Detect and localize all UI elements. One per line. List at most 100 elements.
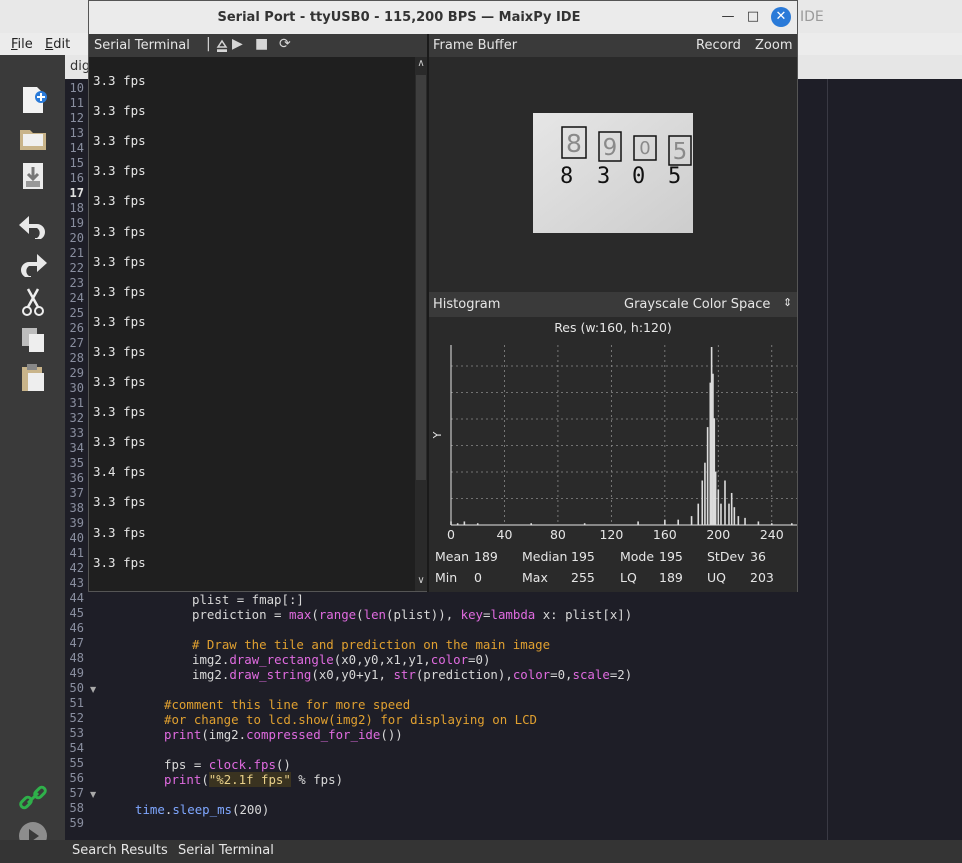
- redo-icon[interactable]: [16, 248, 50, 280]
- minimize-icon[interactable]: —: [719, 8, 737, 26]
- tab-search-results[interactable]: Search Results: [72, 843, 168, 858]
- code-line: # Draw the tile and prediction on the ma…: [192, 637, 551, 652]
- x-tick-label: 240: [760, 527, 784, 542]
- terminal-line: 3.3 fps: [93, 193, 146, 209]
- line-number: 27: [69, 336, 84, 350]
- line-number: 49: [69, 666, 84, 680]
- clear-terminal-icon[interactable]: [214, 38, 230, 58]
- terminal-line: 3.3 fps: [93, 103, 146, 119]
- fold-marker-icon[interactable]: ▼: [90, 790, 96, 799]
- line-number: 40: [69, 531, 84, 545]
- stat-min-value: 0: [474, 570, 482, 585]
- undo-icon[interactable]: [16, 210, 50, 242]
- terminal-line: 3.3 fps: [93, 253, 146, 269]
- line-number: 16: [69, 171, 84, 185]
- line-number: 42: [69, 561, 84, 575]
- stat-stdev-value: 36: [750, 549, 766, 564]
- x-tick-label: 80: [550, 527, 566, 542]
- play-icon[interactable]: ▶: [232, 36, 243, 52]
- stat-lq-label: LQ: [620, 570, 637, 585]
- y-axis-label: Y: [431, 431, 444, 439]
- fold-marker-icon[interactable]: ▼: [90, 685, 96, 694]
- line-number: 43: [69, 576, 84, 590]
- stat-median-value: 195: [571, 549, 595, 564]
- scroll-up-icon[interactable]: ∧: [415, 58, 427, 72]
- terminal-line: 3.3 fps: [93, 163, 146, 179]
- stop-icon[interactable]: ■: [255, 36, 268, 52]
- stat-median-label: Median: [522, 549, 568, 564]
- line-number: 53: [69, 726, 84, 740]
- new-file-icon[interactable]: [16, 84, 50, 116]
- line-number: 29: [69, 366, 84, 380]
- close-icon[interactable]: ✕: [771, 7, 791, 27]
- line-number: 13: [69, 126, 84, 140]
- maximize-icon[interactable]: □: [744, 8, 762, 26]
- line-number: 35: [69, 456, 84, 470]
- menu-file[interactable]: File: [11, 37, 33, 52]
- record-button[interactable]: Record: [696, 38, 741, 53]
- histogram-title: Histogram: [433, 297, 501, 312]
- line-number: 14: [69, 141, 84, 155]
- code-line: time.sleep_ms(200): [135, 802, 270, 817]
- line-number: 31: [69, 396, 84, 410]
- line-number: 34: [69, 441, 84, 455]
- line-number: 19: [69, 216, 84, 230]
- line-number: 52: [69, 711, 84, 725]
- terminal-line: 3.3 fps: [93, 494, 146, 510]
- stat-max-label: Max: [522, 570, 548, 585]
- paste-icon[interactable]: [16, 362, 50, 394]
- tab-serial-terminal[interactable]: Serial Terminal: [178, 843, 274, 858]
- line-number: 26: [69, 321, 84, 335]
- stat-mean-value: 189: [474, 549, 498, 564]
- line-number: 46: [69, 621, 84, 635]
- open-file-icon[interactable]: [16, 122, 50, 154]
- terminal-line: 3.4 fps: [93, 464, 146, 480]
- scroll-down-icon[interactable]: ∨: [415, 575, 427, 589]
- zoom-button[interactable]: Zoom: [755, 38, 792, 53]
- line-number: 57: [69, 786, 84, 800]
- x-tick-label: 200: [706, 527, 730, 542]
- line-number: 17: [69, 186, 84, 200]
- terminal-line: 3.3 fps: [93, 283, 146, 299]
- line-number: 22: [69, 261, 84, 275]
- terminal-line: 3.3 fps: [93, 434, 146, 450]
- line-number: 55: [69, 756, 84, 770]
- handwritten-digit: 8: [566, 129, 582, 158]
- line-number: 11: [69, 96, 84, 110]
- handwritten-digit: 9: [603, 135, 618, 161]
- terminal-line: 3.3 fps: [93, 223, 146, 239]
- line-number: 28: [69, 351, 84, 365]
- line-number: 25: [69, 306, 84, 320]
- terminal-line: 3.3 fps: [93, 313, 146, 329]
- line-number: 36: [69, 471, 84, 485]
- line-number: 21: [69, 246, 84, 260]
- line-number: 30: [69, 381, 84, 395]
- line-number: 54: [69, 741, 84, 755]
- line-number: 50: [69, 681, 84, 695]
- terminal-title: Serial Terminal: [94, 38, 190, 53]
- code-line: #or change to lcd.show(img2) for display…: [164, 712, 537, 727]
- line-number: 10: [69, 81, 84, 95]
- stat-uq-value: 203: [750, 570, 774, 585]
- connect-icon[interactable]: [16, 782, 50, 814]
- copy-icon[interactable]: [16, 324, 50, 356]
- save-file-icon[interactable]: [16, 160, 50, 192]
- handwritten-digit: 5: [673, 139, 688, 165]
- terminal-line: 3.3 fps: [93, 73, 146, 88]
- color-space-select[interactable]: Grayscale Color Space: [624, 297, 770, 312]
- refresh-icon[interactable]: ⟳: [279, 36, 291, 52]
- line-number: 58: [69, 801, 84, 815]
- line-number: 39: [69, 516, 84, 530]
- line-number: 48: [69, 651, 84, 665]
- menu-edit[interactable]: Edit: [45, 37, 70, 52]
- x-tick-label: 120: [599, 527, 623, 542]
- frame-buffer-title: Frame Buffer: [433, 38, 518, 53]
- code-line: img2.draw_string(x0,y0+y1, str(predictio…: [192, 667, 633, 682]
- line-number: 23: [69, 276, 84, 290]
- stat-lq-value: 189: [659, 570, 683, 585]
- code-line: print("%2.1f fps" % fps): [164, 772, 344, 787]
- select-arrows-icon[interactable]: ⇕: [783, 296, 792, 309]
- cut-icon[interactable]: [16, 286, 50, 318]
- scrollbar-thumb[interactable]: [416, 75, 426, 480]
- predicted-digit: 3: [597, 164, 610, 189]
